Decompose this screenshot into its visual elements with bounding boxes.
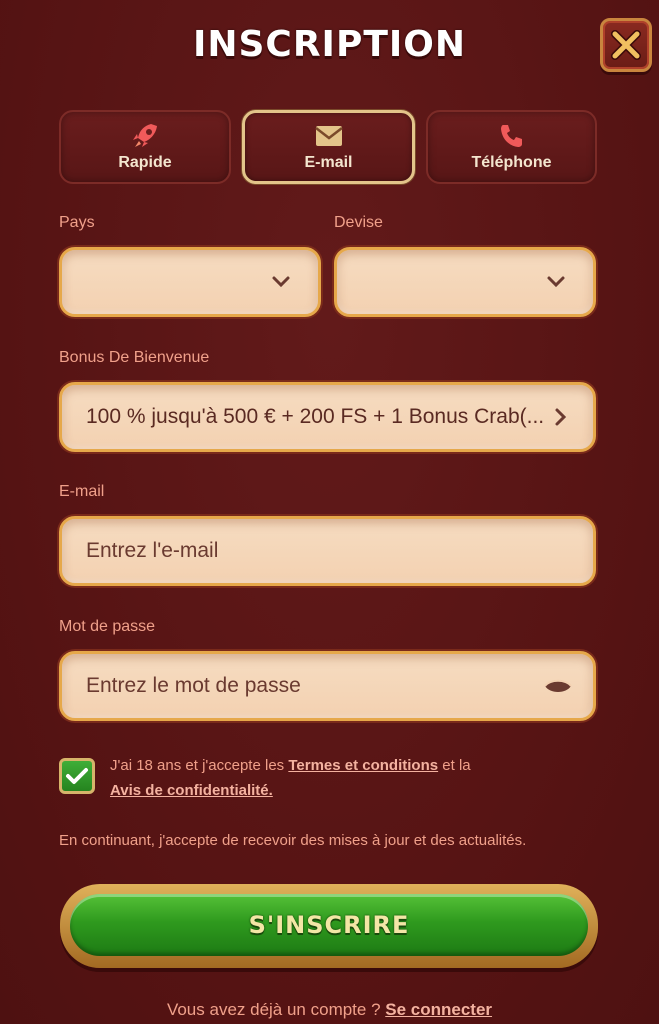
password-label: Mot de passe: [59, 618, 156, 635]
tab-label: E-mail: [304, 154, 353, 171]
close-icon: [611, 30, 641, 60]
terms-link[interactable]: Termes et conditions: [288, 757, 438, 774]
close-button[interactable]: [600, 18, 652, 72]
consent-text-middle: et la: [438, 757, 471, 774]
login-prompt: Vous avez déjà un compte ? Se connecter: [0, 1000, 659, 1020]
country-label: Pays: [59, 214, 95, 231]
rocket-icon: [133, 124, 157, 147]
password-field[interactable]: Entrez le mot de passe: [59, 651, 596, 721]
tab-label: Téléphone: [471, 154, 552, 171]
chevron-right-icon: [555, 408, 567, 426]
bonus-value: 100 % jusqu'à 500 € + 200 FS + 1 Bonus C…: [86, 405, 545, 428]
chevron-down-icon: [547, 276, 565, 288]
login-link[interactable]: Se connecter: [385, 1000, 492, 1019]
checkmark-icon: [66, 768, 88, 784]
tab-label: Rapide: [118, 154, 172, 171]
privacy-link[interactable]: Avis de confidentialité.: [110, 782, 273, 799]
submit-label: S'INSCRIRE: [248, 911, 410, 939]
login-prompt-text: Vous avez déjà un compte ?: [166, 1000, 386, 1019]
marketing-info-text: En continuant, j'accepte de recevoir des…: [59, 832, 527, 849]
envelope-icon: [314, 126, 343, 146]
email-placeholder: Entrez l'e-mail: [86, 539, 219, 562]
consent-text-before: J'ai 18 ans et j'accepte les: [110, 757, 289, 774]
currency-select[interactable]: [334, 247, 596, 317]
tab-email[interactable]: E-mail: [242, 110, 415, 184]
page-title: INSCRIPTION: [192, 24, 467, 65]
chevron-down-icon: [272, 276, 290, 288]
tab-phone[interactable]: Téléphone: [426, 110, 597, 184]
bonus-select[interactable]: 100 % jusqu'à 500 € + 200 FS + 1 Bonus C…: [59, 382, 596, 452]
submit-button-face: S'INSCRIRE: [70, 894, 588, 956]
consent-text: J'ai 18 ans et j'accepte les Termes et c…: [110, 753, 620, 803]
submit-button[interactable]: S'INSCRIRE: [60, 884, 598, 968]
email-field[interactable]: Entrez l'e-mail: [59, 516, 596, 586]
password-placeholder: Entrez le mot de passe: [86, 674, 301, 697]
registration-screen: INSCRIPTION Rapide E-mail Téléphone Pays: [0, 0, 659, 1024]
bonus-label: Bonus De Bienvenue: [59, 349, 210, 366]
currency-label: Devise: [334, 214, 383, 231]
terms-checkbox[interactable]: [59, 758, 95, 794]
country-select[interactable]: [59, 247, 321, 317]
eye-icon[interactable]: [543, 676, 573, 696]
phone-icon: [500, 125, 522, 147]
tab-quick[interactable]: Rapide: [59, 110, 231, 184]
email-label: E-mail: [59, 483, 105, 500]
